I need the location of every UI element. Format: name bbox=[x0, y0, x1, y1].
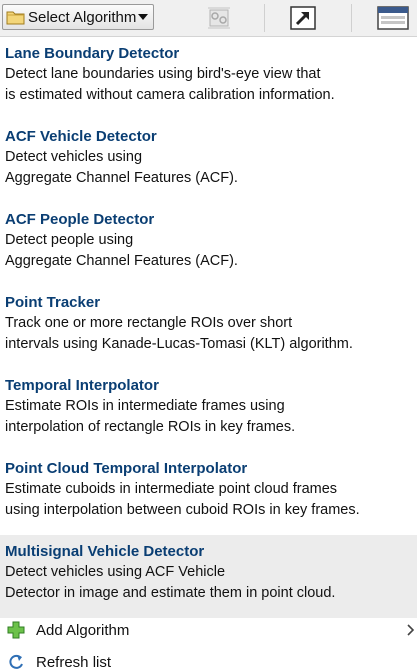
algorithm-item-point-tracker[interactable]: Point Tracker Track one or more rectangl… bbox=[0, 286, 417, 369]
algorithm-title: Temporal Interpolator bbox=[5, 377, 159, 394]
algorithm-item-point-cloud-temporal-interpolator[interactable]: Point Cloud Temporal Interpolator Estima… bbox=[0, 452, 417, 535]
chevron-down-icon bbox=[138, 14, 148, 20]
layout-icon[interactable] bbox=[377, 5, 409, 36]
algorithm-description: Detect lane boundaries using bird's-eye … bbox=[5, 66, 321, 82]
algorithm-description: Track one or more rectangle ROIs over sh… bbox=[5, 315, 293, 331]
algorithm-item-acf-vehicle-detector[interactable]: ACF Vehicle Detector Detect vehicles usi… bbox=[0, 120, 417, 203]
toolbar-divider bbox=[351, 4, 352, 32]
refresh-list-menu-item[interactable]: Refresh list bbox=[0, 646, 417, 670]
algorithm-description: Detect vehicles using bbox=[5, 149, 143, 165]
algorithm-description: interpolation of rectangle ROIs in key f… bbox=[5, 419, 296, 435]
algorithm-description: Detect people using bbox=[5, 232, 134, 248]
algorithm-description: intervals using Kanade-Lucas-Tomasi (KLT… bbox=[5, 336, 353, 352]
export-icon[interactable] bbox=[289, 5, 317, 36]
algorithm-title: Multisignal Vehicle Detector bbox=[5, 543, 205, 560]
automate-icon[interactable] bbox=[205, 5, 233, 36]
algorithm-description: Detect vehicles using ACF Vehicle bbox=[5, 564, 226, 580]
algorithm-title: Point Cloud Temporal Interpolator bbox=[5, 460, 248, 477]
select-algorithm-dropdown[interactable]: Select Algorithm bbox=[2, 4, 154, 30]
toolbar: Select Algorithm bbox=[0, 0, 417, 37]
algorithm-description: is estimated without camera calibration … bbox=[5, 87, 335, 103]
select-algorithm-label: Select Algorithm bbox=[28, 8, 137, 26]
algorithm-description: Estimate cuboids in intermediate point c… bbox=[5, 481, 338, 497]
algorithm-description: Estimate ROIs in intermediate frames usi… bbox=[5, 398, 285, 414]
algorithm-title: ACF Vehicle Detector bbox=[5, 128, 157, 145]
add-algorithm-menu-item[interactable]: Add Algorithm bbox=[0, 614, 417, 646]
algorithm-title: Point Tracker bbox=[5, 294, 101, 311]
refresh-icon bbox=[7, 653, 25, 670]
chevron-right-icon bbox=[407, 623, 415, 641]
algorithm-title: ACF People Detector bbox=[5, 211, 155, 228]
algorithm-item-multisignal-vehicle-detector[interactable]: Multisignal Vehicle Detector Detect vehi… bbox=[0, 535, 417, 618]
algorithm-description: using interpolation between cuboid ROIs … bbox=[5, 502, 360, 518]
algorithm-panel: Select Algorithm Lane Boundary Detector … bbox=[0, 0, 417, 670]
algorithm-item-temporal-interpolator[interactable]: Temporal Interpolator Estimate ROIs in i… bbox=[0, 369, 417, 452]
plus-icon bbox=[7, 621, 25, 644]
algorithm-description: Detector in image and estimate them in p… bbox=[5, 585, 336, 601]
algorithm-list: Lane Boundary Detector Detect lane bound… bbox=[0, 37, 417, 618]
folder-icon bbox=[6, 9, 25, 25]
algorithm-item-lane-boundary-detector[interactable]: Lane Boundary Detector Detect lane bound… bbox=[0, 37, 417, 120]
algorithm-item-acf-people-detector[interactable]: ACF People Detector Detect people using … bbox=[0, 203, 417, 286]
algorithm-title: Lane Boundary Detector bbox=[5, 45, 180, 62]
add-algorithm-label: Add Algorithm bbox=[36, 621, 130, 639]
algorithm-description: Aggregate Channel Features (ACF). bbox=[5, 253, 238, 269]
algorithm-description: Aggregate Channel Features (ACF). bbox=[5, 170, 238, 186]
refresh-list-label: Refresh list bbox=[36, 653, 112, 670]
toolbar-divider bbox=[264, 4, 265, 32]
